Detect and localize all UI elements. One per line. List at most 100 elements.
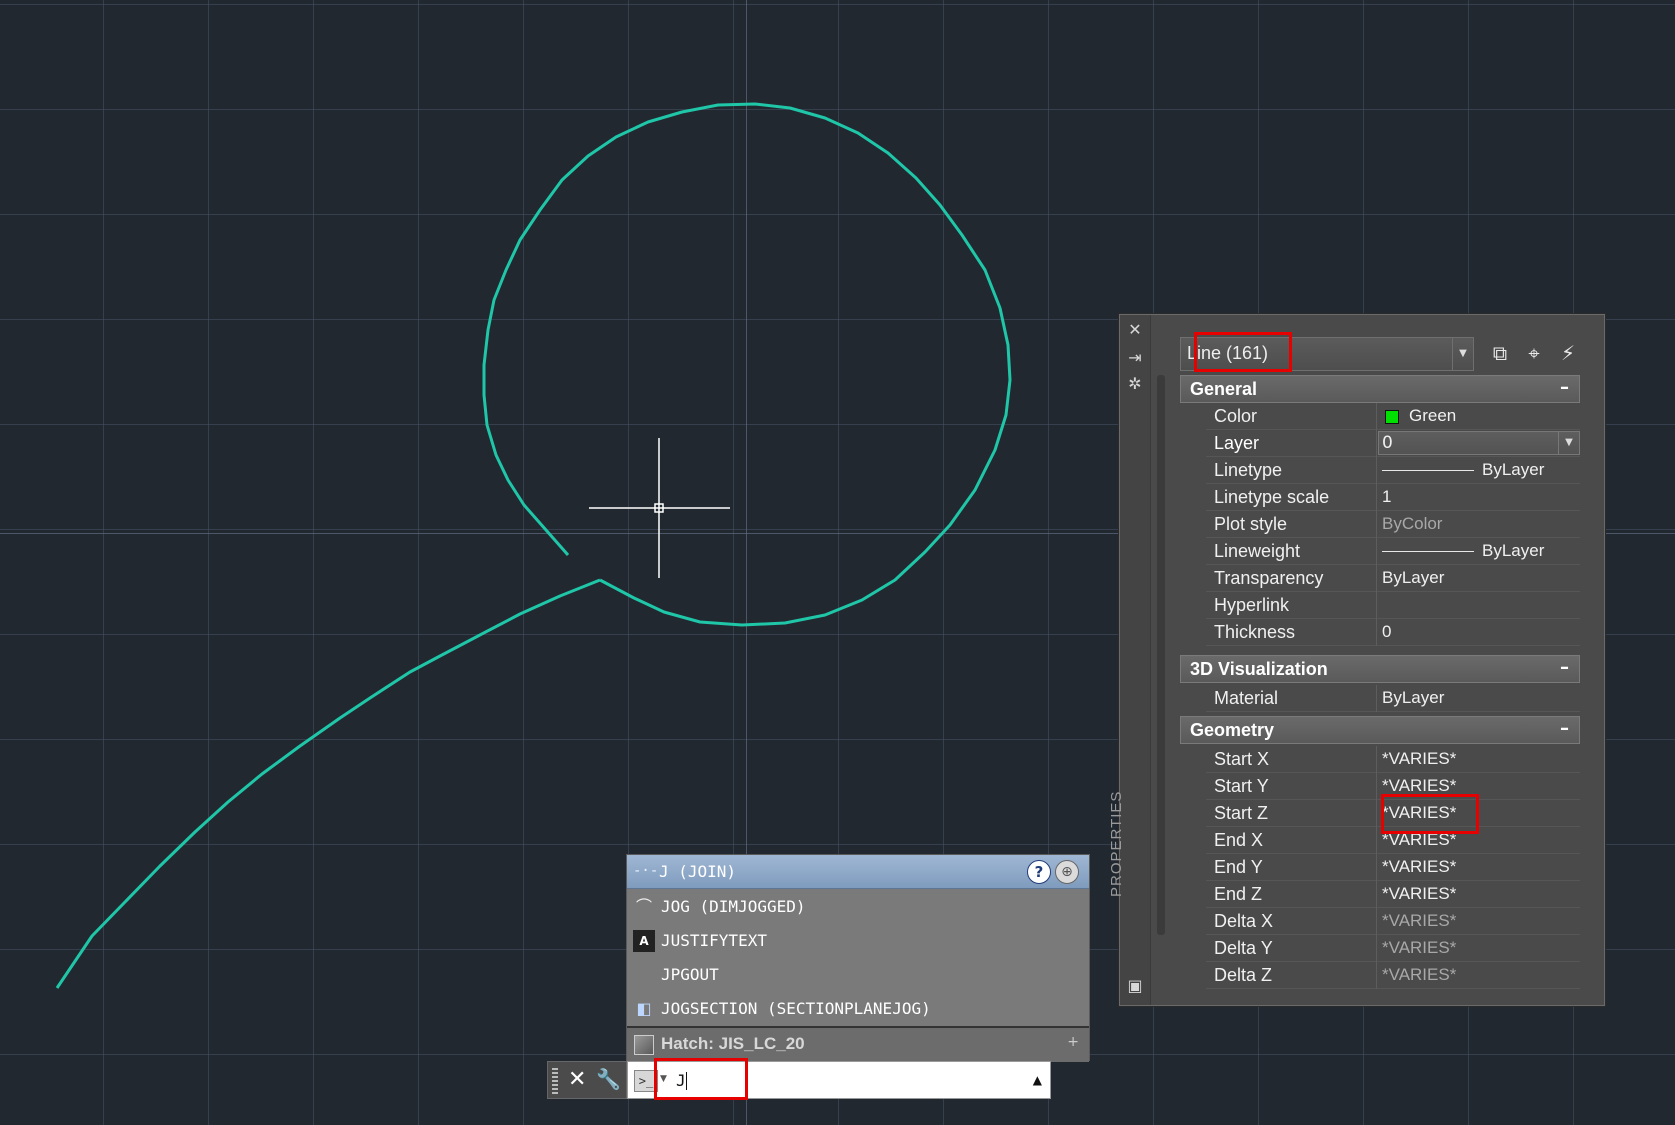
prop-label: Delta X <box>1214 911 1274 931</box>
properties-palette[interactable]: ✕ ⇥ ✲ PROPERTIES ▣ Line (161) ▼ ⧉ ⌖ ⚡ Ge… <box>1108 314 1605 1006</box>
prop-label: Transparency <box>1214 568 1324 588</box>
command-line-toolbar: ✕ 🔧 <box>547 1061 627 1099</box>
autocomplete-hatch-suggestion[interactable]: Hatch: JIS_LC_20 + <box>627 1026 1089 1062</box>
prop-label: End Y <box>1214 857 1263 877</box>
hatch-label: Hatch: JIS_LC_20 <box>661 1034 805 1053</box>
select-objects-icon[interactable]: ⌖ <box>1520 339 1548 367</box>
prop-row-color[interactable]: Color Green <box>1206 403 1580 430</box>
prop-value: ByColor <box>1382 514 1443 533</box>
prop-value: Green <box>1409 406 1457 425</box>
drag-handle-icon[interactable] <box>552 1068 558 1094</box>
autocomplete-selected-item[interactable]: -·- J (JOIN) ? ⊕ <box>627 855 1089 889</box>
prop-label: Start Z <box>1214 803 1269 823</box>
autocomplete-item[interactable]: A JUSTIFYTEXT <box>627 924 1089 958</box>
prop-label: End X <box>1214 830 1264 850</box>
collapse-icon[interactable]: – <box>1560 657 1569 678</box>
quick-select-icon[interactable]: ⚡ <box>1554 339 1582 367</box>
prop-value: *VARIES* <box>1382 911 1457 930</box>
sectionplane-icon: ◧ <box>636 999 652 1018</box>
help-icon[interactable]: ? <box>1027 860 1051 884</box>
autocomplete-item-label: JOGSECTION (SECTIONPLANEJOG) <box>661 999 931 1018</box>
section-title: Geometry <box>1190 720 1275 740</box>
prop-row-thickness[interactable]: Thickness 0 <box>1206 619 1580 646</box>
chevron-down-icon[interactable]: ▼ <box>1558 432 1579 454</box>
command-line[interactable]: ✕ 🔧 >_ ▼ J ▲ <box>547 1058 1051 1100</box>
prop-row-transparency[interactable]: Transparency ByLayer <box>1206 565 1580 592</box>
prop-label: Linetype scale <box>1214 487 1330 507</box>
prop-row-linetype-scale[interactable]: Linetype scale 1 <box>1206 484 1580 511</box>
autocomplete-header-label: J (JOIN) <box>659 862 737 881</box>
close-icon[interactable]: ✕ <box>568 1067 586 1092</box>
prop-value: 1 <box>1382 487 1392 506</box>
section-geometry[interactable]: Geometry – <box>1180 716 1580 744</box>
justifytext-icon: A <box>633 930 655 952</box>
palette-menu-icon[interactable]: ▣ <box>1126 977 1144 995</box>
hatch-icon <box>634 1035 654 1055</box>
section-title: 3D Visualization <box>1190 659 1328 679</box>
prop-value: ByLayer <box>1382 568 1445 587</box>
prop-value: *VARIES* <box>1382 857 1457 876</box>
prop-row-end-y[interactable]: End Y *VARIES* <box>1206 854 1580 881</box>
autocomplete-item[interactable]: ⌒ JOG (DIMJOGGED) <box>627 890 1089 924</box>
prop-value: ByLayer <box>1482 541 1545 560</box>
section-3d-visualization[interactable]: 3D Visualization – <box>1180 655 1580 683</box>
properties-scrollbar[interactable] <box>1157 375 1165 935</box>
tail-polyline <box>55 578 601 989</box>
linetype-sample <box>1382 470 1474 472</box>
palette-side-strip: ✕ ⇥ ✲ PROPERTIES ▣ <box>1108 315 1151 1005</box>
section-title: General <box>1190 379 1258 399</box>
color-swatch-icon <box>1385 409 1399 424</box>
highlight-command-input <box>654 1058 748 1100</box>
layer-dropdown[interactable]: 0 ▼ <box>1378 431 1580 455</box>
prop-row-plot-style[interactable]: Plot style ByColor <box>1206 511 1580 538</box>
autocomplete-item[interactable]: ◧ JOGSECTION (SECTIONPLANEJOG) <box>627 992 1089 1026</box>
prop-label: Color <box>1214 406 1258 426</box>
prop-value: *VARIES* <box>1382 884 1457 903</box>
prop-label: Start Y <box>1214 776 1269 796</box>
join-icon: -·- <box>633 863 659 879</box>
gear-icon[interactable]: ✲ <box>1126 375 1144 393</box>
prop-row-end-z[interactable]: End Z *VARIES* <box>1206 881 1580 908</box>
search-internet-icon[interactable]: ⊕ <box>1055 860 1079 884</box>
crosshair-cursor <box>589 438 730 578</box>
prop-value: 0 <box>1382 433 1393 453</box>
toggle-pickadd-icon[interactable]: ⧉ <box>1486 339 1514 367</box>
prop-value: 0 <box>1382 622 1392 641</box>
prop-row-delta-z[interactable]: Delta Z *VARIES* <box>1206 962 1580 989</box>
prop-value: ByLayer <box>1482 460 1545 479</box>
collapse-icon[interactable]: – <box>1560 377 1569 398</box>
collapse-icon[interactable]: – <box>1560 718 1569 739</box>
prop-value: *VARIES* <box>1382 749 1457 768</box>
close-icon[interactable]: ✕ <box>1126 321 1144 339</box>
prop-label: Hyperlink <box>1214 595 1290 615</box>
section-general[interactable]: General – <box>1180 375 1580 403</box>
chevron-down-icon[interactable]: ▼ <box>1452 338 1473 370</box>
prop-value: ByLayer <box>1382 688 1445 707</box>
prop-row-delta-y[interactable]: Delta Y *VARIES* <box>1206 935 1580 962</box>
prop-row-layer[interactable]: Layer 0 ▼ <box>1206 430 1580 457</box>
autocomplete-item-label: JOG (DIMJOGGED) <box>661 897 806 916</box>
prop-row-lineweight[interactable]: Lineweight ByLayer <box>1206 538 1580 565</box>
history-up-icon[interactable]: ▲ <box>1033 1073 1042 1087</box>
customize-icon[interactable]: 🔧 <box>596 1067 621 1091</box>
prop-value: *VARIES* <box>1382 938 1457 957</box>
prop-value: *VARIES* <box>1382 965 1457 984</box>
highlight-selection <box>1194 332 1292 372</box>
lineweight-sample <box>1382 551 1474 553</box>
autocomplete-item-label: JUSTIFYTEXT <box>661 931 767 950</box>
prop-row-linetype[interactable]: Linetype ByLayer <box>1206 457 1580 484</box>
prop-row-material[interactable]: Material ByLayer <box>1206 685 1580 712</box>
autocomplete-item[interactable]: JPGOUT <box>627 958 1089 992</box>
prop-row-hyperlink[interactable]: Hyperlink <box>1206 592 1580 619</box>
palette-title: PROPERTIES <box>1108 790 1125 897</box>
prop-label: Plot style <box>1214 514 1288 534</box>
prop-row-delta-x[interactable]: Delta X *VARIES* <box>1206 908 1580 935</box>
prop-row-start-x[interactable]: Start X *VARIES* <box>1206 746 1580 773</box>
prop-label: Layer <box>1214 433 1260 453</box>
prop-label: Lineweight <box>1214 541 1301 561</box>
command-autocomplete[interactable]: -·- J (JOIN) ? ⊕ ⌒ JOG (DIMJOGGED) A JUS… <box>626 854 1090 1062</box>
highlight-start-z <box>1381 794 1479 834</box>
prop-label: End Z <box>1214 884 1263 904</box>
autohide-icon[interactable]: ⇥ <box>1126 349 1144 367</box>
expand-icon[interactable]: + <box>1067 1034 1079 1050</box>
